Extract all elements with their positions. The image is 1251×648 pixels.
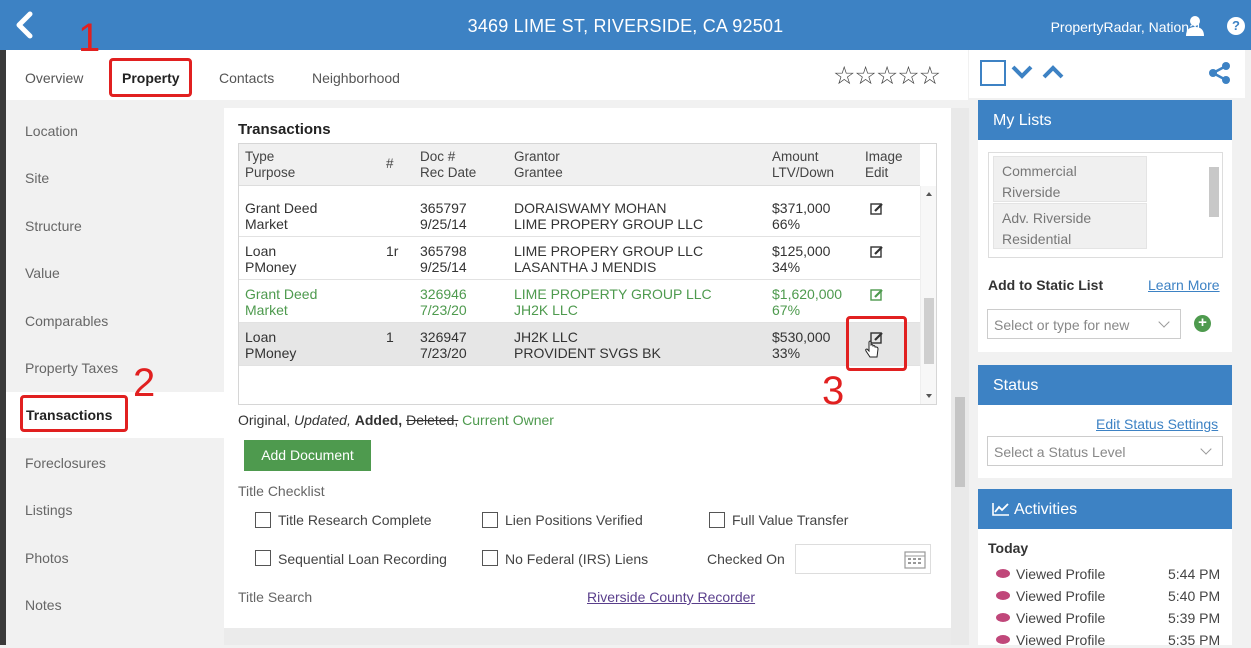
activity-time: 5:35 PM — [1168, 632, 1221, 648]
static-list-select[interactable]: Select or type for new — [987, 309, 1181, 339]
sidebar-item-foreclosures[interactable]: Foreclosures — [25, 455, 106, 471]
table-row[interactable]: Grant Deed Market 365797 9/25/14 DORAISWAM… — [239, 194, 920, 237]
sidebar-item-value[interactable]: Value — [25, 265, 60, 281]
share-icon[interactable] — [1208, 61, 1232, 85]
checkbox-title-research[interactable] — [255, 512, 271, 528]
scroll-up-icon[interactable] — [926, 192, 932, 196]
eye-icon — [996, 591, 1010, 600]
content-footer — [224, 628, 951, 645]
rating-stars[interactable]: ☆☆☆☆☆ — [833, 61, 941, 91]
activity-time: 5:44 PM — [1168, 566, 1221, 582]
chevron-down-icon[interactable] — [1011, 64, 1033, 80]
sidebar-item-comparables[interactable]: Comparables — [25, 313, 108, 329]
scroll-down-icon[interactable] — [926, 394, 932, 398]
table-header: Type Purpose # Doc # Rec Date Grantor Grant… — [239, 144, 920, 186]
checkbox-no-federal-liens[interactable] — [482, 550, 498, 566]
title-search-label: Title Search — [238, 589, 313, 605]
learn-more-link[interactable]: Learn More — [1148, 277, 1220, 293]
top-bar: 3469 LIME ST, RIVERSIDE, CA 92501 Proper… — [0, 0, 1251, 50]
activity-item: Viewed Profile — [996, 610, 1105, 626]
transactions-title: Transactions — [238, 121, 331, 138]
checked-on-label: Checked On — [707, 551, 785, 567]
user-icon[interactable] — [1185, 15, 1205, 37]
title-checklist-heading: Title Checklist — [238, 483, 325, 499]
table-scrollbar[interactable] — [920, 186, 936, 404]
checkbox-label: Lien Positions Verified — [505, 512, 643, 528]
annotation-number: 1 — [78, 16, 101, 60]
chart-line-icon — [992, 503, 1009, 516]
tab-contacts[interactable]: Contacts — [219, 70, 274, 86]
page-scrollbar-thumb[interactable] — [955, 397, 965, 487]
col-doc[interactable]: Doc # Rec Date — [420, 149, 476, 181]
annotation-box-edit — [846, 316, 907, 371]
checkbox-label: Title Research Complete — [278, 512, 432, 528]
sidebar-item-property-taxes[interactable]: Property Taxes — [25, 360, 118, 376]
eye-icon — [996, 569, 1010, 578]
chevron-down-icon — [1200, 443, 1212, 455]
sidebar-item-structure[interactable]: Structure — [25, 218, 82, 234]
checkbox-lien-positions[interactable] — [482, 512, 498, 528]
eye-icon — [996, 613, 1010, 622]
checkbox-label: No Federal (IRS) Liens — [505, 551, 649, 567]
checkbox-sequential-loan[interactable] — [255, 550, 271, 566]
annotation-number: 2 — [133, 361, 156, 405]
my-lists-header[interactable]: My Lists — [978, 100, 1232, 140]
edit-icon[interactable] — [870, 245, 884, 259]
list-item[interactable]: Adv. Riverside Residential — [993, 203, 1147, 249]
checkbox-label: Sequential Loan Recording — [278, 551, 447, 567]
help-icon[interactable]: ? — [1227, 17, 1245, 35]
activities-header[interactable]: Activities — [978, 489, 1232, 529]
transactions-table: Type Purpose # Doc # Rec Date Grantor Grant… — [238, 143, 937, 405]
listbox-scrollbar-thumb[interactable] — [1209, 167, 1219, 217]
list-item[interactable]: Commercial Riverside — [993, 156, 1147, 202]
activity-item: Viewed Profile — [996, 588, 1105, 604]
riverside-recorder-link[interactable]: Riverside County Recorder — [587, 589, 755, 605]
tab-neighborhood[interactable]: Neighborhood — [312, 70, 400, 86]
col-type[interactable]: Type Purpose — [245, 149, 295, 181]
table-scrollbar-thumb[interactable] — [924, 298, 934, 364]
col-image[interactable]: Image Edit — [865, 149, 903, 181]
table-row[interactable]: Loan PMoney 1r 365798 9/25/14 LIME PROPERY… — [239, 237, 920, 280]
add-document-button[interactable]: Add Document — [244, 440, 371, 471]
col-amount[interactable]: Amount LTV/Down — [772, 149, 834, 181]
checkbox-full-value[interactable] — [709, 512, 725, 528]
add-static-list-label: Add to Static List — [988, 277, 1104, 293]
edit-icon[interactable] — [870, 288, 884, 302]
activity-time: 5:39 PM — [1168, 610, 1221, 626]
my-lists-listbox[interactable]: Commercial Riverside Adv. Riverside Resi… — [988, 152, 1223, 258]
chevron-down-icon — [1158, 316, 1170, 328]
checked-on-date-input[interactable] — [795, 544, 931, 574]
edit-status-settings-link[interactable]: Edit Status Settings — [1096, 416, 1218, 432]
add-list-icon[interactable]: + — [1194, 315, 1211, 332]
chevron-up-icon[interactable] — [1042, 64, 1064, 80]
col-grantor[interactable]: Grantor Grantee — [514, 149, 563, 181]
activity-item: Viewed Profile — [996, 632, 1105, 648]
sidebar-item-notes[interactable]: Notes — [25, 597, 62, 613]
annotation-box-transactions — [20, 395, 128, 432]
sidebar-item-location[interactable]: Location — [25, 123, 78, 139]
sidebar-item-photos[interactable]: Photos — [25, 550, 69, 566]
annotation-number: 3 — [822, 369, 845, 413]
table-row[interactable]: Loan PMoney 1 326947 7/23/20 JH2K LLC PROVI… — [239, 323, 920, 366]
col-num[interactable]: # — [386, 156, 394, 172]
sidebar-item-listings[interactable]: Listings — [25, 502, 72, 518]
edit-icon[interactable] — [870, 202, 884, 216]
annotation-box-property — [109, 58, 192, 97]
tab-overview[interactable]: Overview — [25, 70, 83, 86]
checkbox-label: Full Value Transfer — [732, 512, 849, 528]
activity-item: Viewed Profile — [996, 566, 1105, 582]
activity-time: 5:40 PM — [1168, 588, 1221, 604]
sidebar-item-site[interactable]: Site — [25, 170, 49, 186]
transaction-legend: Original, Updated, Added, Deleted, Curre… — [238, 412, 554, 428]
table-row[interactable]: Grant Deed Market 326946 7/23/20 LIME PROP… — [239, 280, 920, 323]
status-header[interactable]: Status — [978, 365, 1232, 405]
calendar-icon[interactable] — [904, 549, 926, 569]
eye-icon — [996, 635, 1010, 644]
page-scrollbar[interactable] — [951, 108, 969, 645]
account-name[interactable]: PropertyRadar, National — [1051, 19, 1200, 35]
status-level-select[interactable]: Select a Status Level — [987, 436, 1223, 466]
activities-day: Today — [988, 540, 1029, 556]
select-checkbox[interactable] — [980, 60, 1006, 86]
